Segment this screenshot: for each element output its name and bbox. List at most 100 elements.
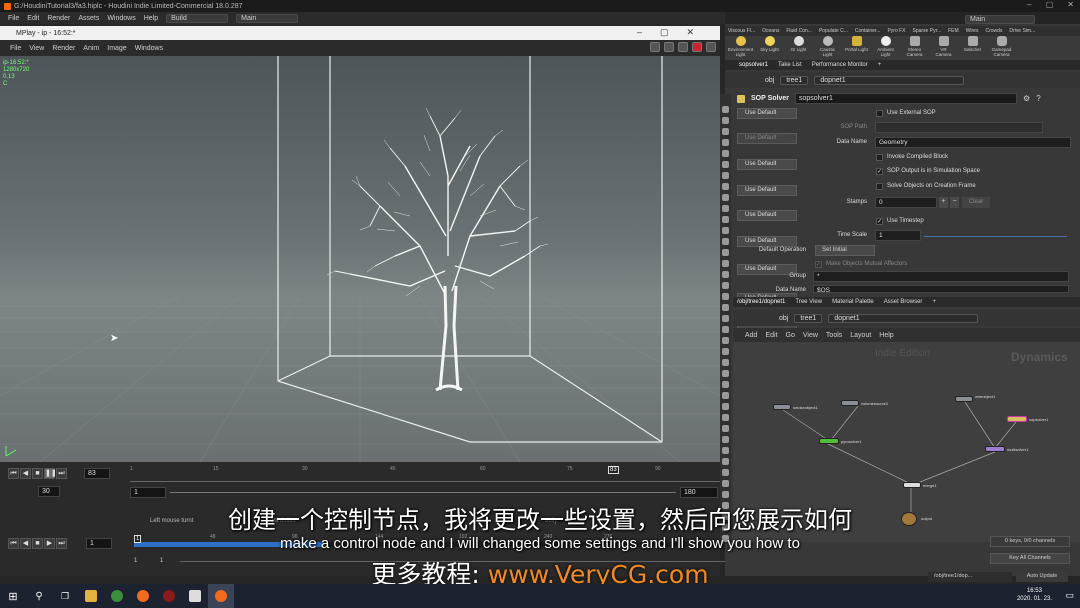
tool-icon[interactable] [722,216,729,223]
use-default-button[interactable]: Use Default [737,236,797,247]
path-dopnet1[interactable]: dopnet1 [828,313,979,323]
invoke-compiled-checkbox[interactable] [876,154,883,161]
range-slider[interactable] [170,492,676,493]
tool-icon[interactable] [722,238,729,245]
fps-field[interactable]: 30 [38,486,60,497]
node-smokeobject1[interactable] [773,404,791,410]
shelf-tab[interactable]: Populate C... [819,28,848,34]
close-icon[interactable]: ✕ [1067,0,1074,9]
main-timeline-track[interactable]: 1 48 96 144 192 240 276 [134,534,724,547]
net-menu-help[interactable]: Help [879,332,893,339]
node-multisolver1[interactable] [985,446,1005,452]
tool-icon[interactable] [722,513,729,520]
tool-icon[interactable] [722,249,729,256]
start-button[interactable]: ⊞ [0,584,26,608]
tool-icon[interactable] [722,403,729,410]
add-stamp-icon[interactable]: + [939,197,948,208]
restore-icon[interactable]: ▢ [1046,0,1054,9]
tool-icon[interactable] [722,315,729,322]
range-start[interactable]: 1 [134,558,137,564]
stop-icon[interactable]: ■ [32,538,43,549]
node-merge1[interactable] [903,482,921,488]
tool-icon[interactable] [722,381,729,388]
key-all-channels-button[interactable]: Key All Channels [990,553,1070,564]
solve-creation-checkbox[interactable] [876,183,883,190]
tool-icon[interactable] [722,260,729,267]
tab-sopsolver1[interactable]: sopsolver1 [739,62,768,68]
frame-field[interactable]: 83 [84,468,110,479]
data-name-field[interactable]: Geometry [875,137,1071,148]
tool-icon[interactable] [722,337,729,344]
auto-update-dropdown[interactable]: Auto Update [1016,572,1068,582]
shelf-tab[interactable]: Fluid Con... [786,28,812,34]
shelf-tab[interactable]: Crowds [985,28,1002,34]
tool-icon[interactable] [722,106,729,113]
build-dropdown[interactable]: Build [166,13,229,23]
environment-light-tool[interactable]: Environment Light [728,36,753,57]
clear-button[interactable]: Clear [962,197,990,208]
data-name2-field[interactable]: $OS [813,285,1069,293]
gamepad-camera-tool[interactable]: Gamepad Camera [990,36,1013,57]
menu-windows[interactable]: Windows [107,15,135,22]
mplay-menu-windows[interactable]: Windows [135,45,163,52]
minimize-icon[interactable]: – [1027,0,1031,9]
tool-icon[interactable] [722,172,729,179]
menu-file[interactable]: File [8,15,19,22]
sky-light-tool[interactable]: Sky Light [758,36,781,52]
play-icon[interactable]: ▶ [44,538,55,549]
current-frame-marker[interactable]: 83 [608,466,619,474]
tool-icon[interactable] [722,491,729,498]
tool-icon[interactable] [722,271,729,278]
use-default-button[interactable]: Use Default [737,185,797,196]
gear-icon[interactable]: ⚙ [1023,94,1030,103]
search-button[interactable]: ⚲ [26,584,52,608]
tool-icon[interactable] [722,469,729,476]
help-icon[interactable]: ? [1036,94,1040,103]
add-tab-icon[interactable]: + [878,62,882,68]
next-frame-icon[interactable]: ⏭ [56,468,67,479]
tab-take-list[interactable]: Take List [778,62,802,68]
tool-icon[interactable] [722,480,729,487]
shelf-tab[interactable]: Pyro FX [887,28,905,34]
shelf-tab[interactable]: Wires [966,28,979,34]
gi-light-tool[interactable]: GI Light [787,36,810,52]
node-wireobject1[interactable] [955,396,973,402]
sop-path-field[interactable] [875,122,1043,133]
net-menu-layout[interactable]: Layout [850,332,871,339]
tool-icon[interactable] [722,183,729,190]
tool-icon[interactable] [722,359,729,366]
taskbar-app[interactable] [130,584,156,608]
tab-material-palette[interactable]: Material Palette [832,299,874,305]
tool-icon[interactable] [722,502,729,509]
mplay-menu-render[interactable]: Render [52,45,75,52]
range-start-2[interactable]: 1 [160,558,163,564]
add-tab-icon[interactable]: + [932,299,936,305]
caustic-light-tool[interactable]: Caustic Light [816,36,839,57]
node-sopsolver1[interactable] [1007,416,1027,422]
tool-icon[interactable] [722,161,729,168]
default-op-dropdown[interactable]: Set Initial [815,245,875,256]
tool-icon[interactable] [722,128,729,135]
use-external-checkbox[interactable] [876,110,883,117]
portal-light-tool[interactable]: Portal Light [845,36,868,52]
tool-icon[interactable] [722,282,729,289]
tool-icon[interactable] [722,458,729,465]
tab-network-path[interactable]: /obj/tree1/dopnet1 [737,299,785,305]
shelf-tab[interactable]: Viscous Fl... [728,28,755,34]
desktop-select-right[interactable]: Main [965,14,1035,24]
mplay-menu-image[interactable]: Image [107,45,126,52]
menu-edit[interactable]: Edit [27,15,39,22]
last-frame-icon[interactable]: ⏭ [56,538,67,549]
menu-render[interactable]: Render [47,15,70,22]
mplay-viewport[interactable]: ip-16:52:* 1280x720 0.13 C ➤ [0,56,720,462]
menu-help[interactable]: Help [144,15,158,22]
shelf-tab[interactable]: FEM [948,28,959,34]
taskbar-app[interactable] [182,584,208,608]
path-tree1[interactable]: tree1 [794,313,823,323]
shelf-tab[interactable]: Container... [855,28,881,34]
shelf-tab[interactable]: Sparse Pyr... [913,28,942,34]
playhead-marker[interactable]: 1 [134,535,142,543]
taskbar-app[interactable] [156,584,182,608]
notification-icon[interactable]: ▭ [1065,590,1074,601]
tool-icon[interactable] [722,117,729,124]
